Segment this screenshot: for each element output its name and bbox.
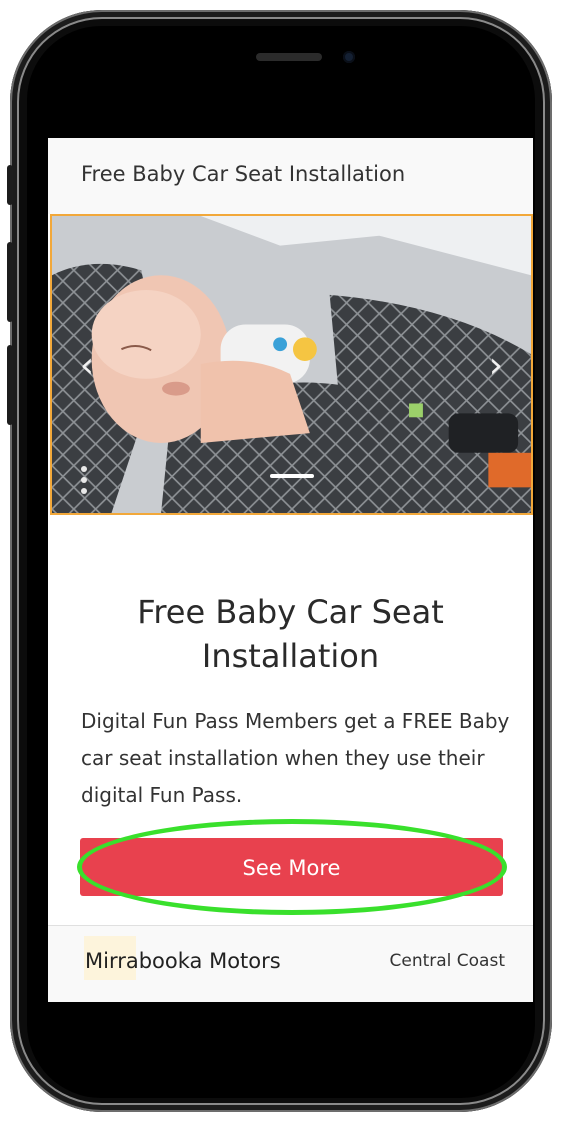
- see-more-button[interactable]: See More: [80, 838, 503, 896]
- footer-bar: Mirrabooka Motors Central Coast: [48, 925, 533, 1002]
- volume-up-button: [7, 242, 13, 322]
- image-carousel[interactable]: ‹ ›: [50, 214, 533, 515]
- more-options-icon[interactable]: [81, 466, 89, 498]
- phone-screen: Free Baby Car Seat Installation ‹ › Free…: [48, 138, 533, 1002]
- baby-car-seat-image: [52, 216, 531, 513]
- brand-name-prefix: Mirr: [85, 949, 126, 973]
- header-bar: Free Baby Car Seat Installation: [48, 138, 533, 214]
- front-camera-icon: [343, 51, 355, 63]
- offer-heading: Free Baby Car Seat Installation: [137, 593, 444, 675]
- volume-down-button: [7, 345, 13, 425]
- carousel-prev-icon[interactable]: ‹: [72, 346, 102, 386]
- carousel-next-icon[interactable]: ›: [481, 346, 511, 386]
- mute-switch: [7, 165, 13, 205]
- carousel-indicator[interactable]: [270, 474, 314, 478]
- speaker-grille: [256, 53, 322, 61]
- offer-description: Digital Fun Pass Members get a FREE Baby…: [81, 709, 510, 807]
- page-title: Free Baby Car Seat Installation: [81, 162, 406, 186]
- brand-name-suffix: abooka Motors: [125, 949, 281, 973]
- location-label[interactable]: Central Coast: [389, 951, 505, 971]
- brand-name[interactable]: Mirrabooka Motors: [85, 949, 281, 973]
